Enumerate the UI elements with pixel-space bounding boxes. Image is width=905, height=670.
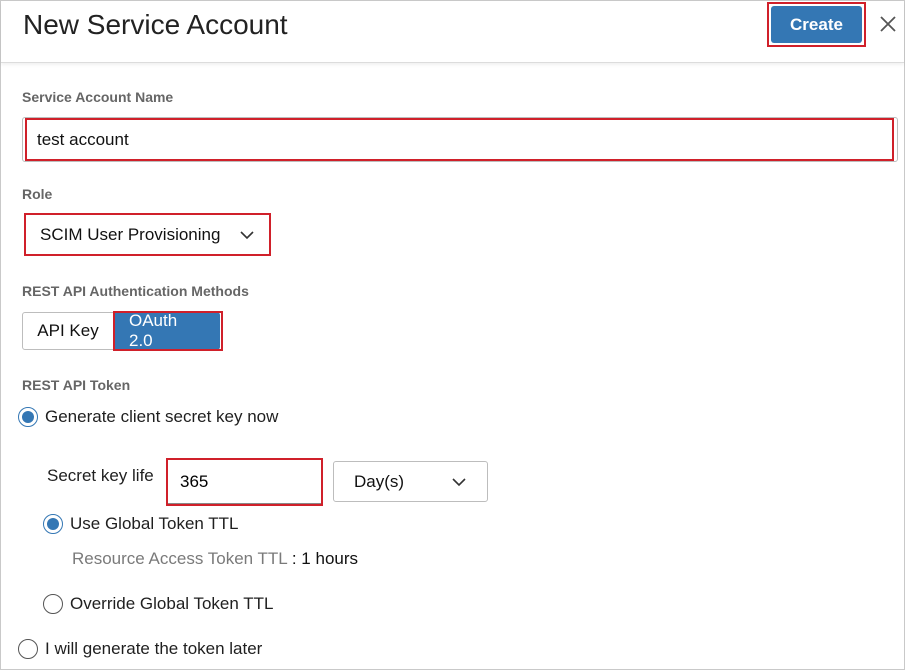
secret-key-life-input[interactable]: [168, 460, 321, 504]
role-select[interactable]: SCIM User Provisioning: [24, 213, 271, 256]
dialog-title: New Service Account: [23, 9, 288, 40]
close-button[interactable]: [875, 11, 901, 37]
override-global-ttl-radio[interactable]: Override Global Token TTL: [43, 594, 273, 614]
radio-unchecked-icon: [43, 594, 63, 614]
generate-now-label: Generate client secret key now: [45, 407, 279, 426]
unit-select[interactable]: Day(s): [333, 461, 488, 502]
chevron-down-icon: [239, 230, 255, 240]
name-label: Service Account Name: [22, 89, 174, 105]
create-button[interactable]: Create: [771, 6, 862, 43]
role-select-value: SCIM User Provisioning: [40, 224, 221, 244]
radio-unchecked-icon: [18, 639, 38, 659]
close-icon: [880, 16, 896, 32]
resource-ttl-value: : 1 hours: [291, 549, 359, 568]
secret-key-life-wrapper: [166, 458, 323, 506]
role-label: Role: [22, 186, 53, 202]
unit-select-value: Day(s): [354, 471, 405, 491]
api-key-option[interactable]: API Key: [22, 312, 114, 350]
generate-later-label: I will generate the token later: [45, 639, 263, 658]
use-global-ttl-label: Use Global Token TTL: [70, 514, 239, 533]
radio-checked-icon: [18, 407, 38, 427]
radio-checked-icon: [43, 514, 63, 534]
resource-ttl-label: Resource Access Token TTL: [72, 549, 288, 568]
chevron-down-icon: [451, 477, 467, 487]
create-button-highlight: Create: [767, 2, 866, 47]
name-input-highlight: [25, 118, 894, 161]
override-global-ttl-label: Override Global Token TTL: [70, 594, 274, 613]
secret-key-life-label: Secret key life: [47, 466, 154, 485]
dialog-header: New Service Account Create: [1, 1, 904, 63]
resource-ttl-info: Resource Access Token TTL : 1 hours: [72, 549, 358, 569]
auth-methods-label: REST API Authentication Methods: [22, 283, 249, 299]
generate-later-radio[interactable]: I will generate the token later: [18, 639, 262, 659]
token-label: REST API Token: [22, 377, 131, 393]
use-global-ttl-radio[interactable]: Use Global Token TTL: [43, 514, 239, 534]
oauth-option-highlight: [113, 311, 223, 351]
generate-now-radio[interactable]: Generate client secret key now: [18, 407, 278, 427]
